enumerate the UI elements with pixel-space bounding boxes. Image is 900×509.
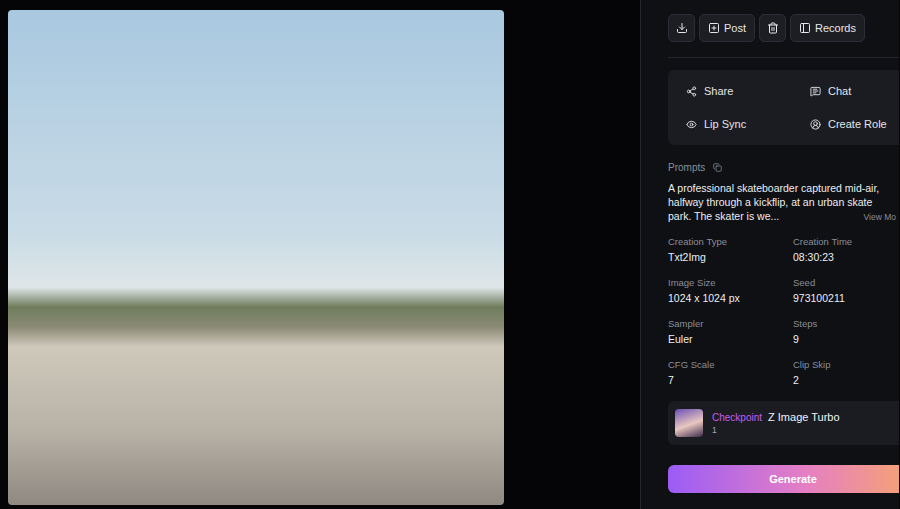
detail-label: CFG Scale [668,359,793,370]
download-button[interactable] [668,14,695,42]
toolbar: Post Records [668,14,899,42]
image-stage [0,0,640,509]
copy-icon[interactable] [713,163,722,172]
records-icon [799,22,811,34]
detail-item: Steps 9 [793,318,899,346]
detail-value: 2 [793,374,899,387]
detail-item: CFG Scale 7 [668,359,793,387]
post-button[interactable]: Post [699,14,755,42]
checkpoint-card[interactable]: Checkpoint Z Image Turbo 1 [668,401,899,445]
prompt-line-text: park. The skater is we... [668,209,779,223]
action-item[interactable]: Lip Sync [668,113,792,135]
details-panel: Post Records Share Chat Lip Sync Create Role P… [640,0,899,509]
action-item[interactable]: Share [668,80,792,102]
action-label: Share [704,85,733,97]
detail-label: Creation Time [793,236,899,247]
detail-item: Clip Skip 2 [793,359,899,387]
prompt-line-text: halfway through a kickflip, at an urban … [668,195,872,209]
checkpoint-thumbnail [675,409,703,437]
generate-button[interactable]: Generate [668,465,899,493]
button-label: Post [724,22,746,34]
prompts-label: Prompts [668,161,899,173]
prompt-line-text: A professional skateboarder captured mid… [668,181,879,195]
divider [668,57,899,58]
post-icon [708,22,720,34]
delete-icon [767,22,779,34]
download-icon [676,22,688,34]
prompt-line: A professional skateboarder captured mid… [668,181,896,195]
label-text: Prompts [668,162,705,173]
detail-value: 7 [668,374,793,387]
checkpoint-info: Checkpoint Z Image Turbo 1 [712,411,840,435]
detail-label: Clip Skip [793,359,899,370]
detail-label: Steps [793,318,899,329]
detail-value: Txt2Img [668,251,793,264]
detail-item: Creation Type Txt2Img [668,236,793,264]
prompt-text: A professional skateboarder captured mid… [668,181,896,224]
detail-value: 08:30:23 [793,251,899,264]
delete-button[interactable] [759,14,786,42]
share-icon [686,86,697,97]
action-label: Chat [828,85,851,97]
detail-label: Seed [793,277,899,288]
action-card: Share Chat Lip Sync Create Role [668,70,899,145]
detail-value: 9 [793,333,899,346]
action-label: Create Role [828,118,887,130]
checkpoint-title: Checkpoint Z Image Turbo [712,411,840,423]
eye-icon [686,119,697,130]
action-item[interactable]: Create Role [792,113,899,135]
action-label: Lip Sync [704,118,746,130]
prompt-line: halfway through a kickflip, at an urban … [668,195,896,209]
checkpoint-name: Z Image Turbo [768,411,840,423]
detail-item: Image Size 1024 x 1024 px [668,277,793,305]
page: Post Records Share Chat Lip Sync Create Role P… [0,0,900,509]
user-circle-icon [810,119,821,130]
detail-label: Sampler [668,318,793,329]
button-label: Records [815,22,856,34]
prompt-line: park. The skater is we... View Mo [668,209,896,224]
generated-image [8,10,504,505]
detail-item: Sampler Euler [668,318,793,346]
action-item[interactable]: Chat [792,80,899,102]
checkpoint-tag: Checkpoint [712,412,762,423]
checkpoint-count: 1 [712,425,840,435]
details-grid: Creation Type Txt2ImgCreation Time 08:30:2… [668,236,899,387]
view-more-link[interactable]: View Mo [864,210,896,224]
records-button[interactable]: Records [790,14,865,42]
detail-item: Seed 973100211 [793,277,899,305]
detail-value: 1024 x 1024 px [668,292,793,305]
detail-label: Image Size [668,277,793,288]
chat-icon [810,86,821,97]
detail-item: Creation Time 08:30:23 [793,236,899,264]
detail-label: Creation Type [668,236,793,247]
detail-value: Euler [668,333,793,346]
detail-value: 973100211 [793,292,899,305]
